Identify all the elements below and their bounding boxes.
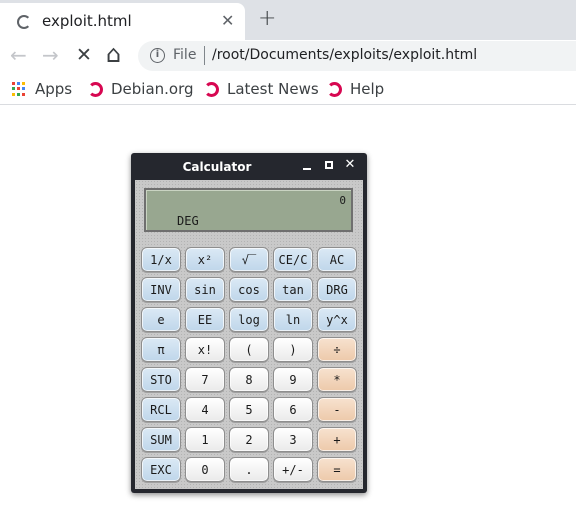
key-open-paren[interactable]: ( — [229, 337, 269, 362]
key-log[interactable]: log — [229, 307, 269, 332]
key-negate[interactable]: +/- — [273, 457, 313, 482]
key-equals[interactable]: = — [317, 457, 357, 482]
key-natural-log[interactable]: ln — [273, 307, 313, 332]
debian-swirl-icon — [204, 81, 219, 97]
key-all-clear[interactable]: AC — [317, 247, 357, 272]
key-digit-4[interactable]: 4 — [185, 397, 225, 422]
key-digit-3[interactable]: 3 — [273, 427, 313, 452]
key-inverse[interactable]: INV — [141, 277, 181, 302]
debian-swirl-icon — [327, 81, 342, 97]
bookmark-label: Debian.org — [111, 80, 194, 98]
key-digit-6[interactable]: 6 — [273, 397, 313, 422]
bookmark-help[interactable]: Help — [327, 78, 384, 100]
tab-title: exploit.html — [42, 12, 132, 30]
key-clear-entry[interactable]: CE/C — [273, 247, 313, 272]
toolbar: ← → ✕ ⌂ i File /root/Documents/exploits/… — [0, 40, 576, 74]
url-text[interactable]: /root/Documents/exploits/exploit.html — [212, 47, 477, 63]
forward-arrow-icon[interactable]: → — [42, 43, 59, 67]
debian-swirl-icon — [88, 81, 103, 97]
key-digit-7[interactable]: 7 — [185, 367, 225, 392]
key-multiply[interactable]: * — [317, 367, 357, 392]
tab-strip: exploit.html ✕ + — [0, 0, 576, 40]
key-close-paren[interactable]: ) — [273, 337, 313, 362]
key-exchange[interactable]: EXC — [141, 457, 181, 482]
url-separator — [204, 46, 205, 65]
bookmark-label: Apps — [35, 80, 73, 98]
stop-loading-icon[interactable]: ✕ — [76, 44, 92, 66]
key-digit-5[interactable]: 5 — [229, 397, 269, 422]
key-memory-sum[interactable]: SUM — [141, 427, 181, 452]
display-angle-mode: DEG — [177, 214, 199, 228]
calculator-title: Calculator — [182, 160, 252, 174]
key-digit-2[interactable]: 2 — [229, 427, 269, 452]
key-digit-0[interactable]: 0 — [185, 457, 225, 482]
key-angle-mode[interactable]: DRG — [317, 277, 357, 302]
key-add[interactable]: + — [317, 427, 357, 452]
loading-spinner-icon — [17, 15, 31, 29]
calculator-window: Calculator ✕ 0 DEG 1/x x² √‾ CE/C AC INV sin co… — [131, 153, 367, 493]
key-recall[interactable]: RCL — [141, 397, 181, 422]
calculator-display: 0 DEG — [144, 188, 353, 232]
info-icon[interactable]: i — [150, 48, 165, 63]
bookmarks-bar: Apps Debian.org Latest News Help — [0, 74, 576, 105]
key-store[interactable]: STO — [141, 367, 181, 392]
key-sine[interactable]: sin — [185, 277, 225, 302]
key-digit-9[interactable]: 9 — [273, 367, 313, 392]
key-square[interactable]: x² — [185, 247, 225, 272]
key-subtract[interactable]: - — [317, 397, 357, 422]
bookmark-latest-news[interactable]: Latest News — [204, 78, 319, 100]
home-icon[interactable]: ⌂ — [106, 40, 121, 68]
bookmark-apps[interactable]: Apps — [12, 78, 72, 100]
key-pi[interactable]: π — [141, 337, 181, 362]
new-tab-button[interactable]: + — [258, 6, 276, 31]
key-factorial[interactable]: x! — [185, 337, 225, 362]
tab-close-icon[interactable]: ✕ — [221, 11, 234, 30]
key-tangent[interactable]: tan — [273, 277, 313, 302]
bookmark-label: Latest News — [227, 80, 319, 98]
key-power[interactable]: y^x — [317, 307, 357, 332]
calculator-body: 0 DEG 1/x x² √‾ CE/C AC INV sin cos tan DRG e EE log… — [135, 180, 363, 489]
apps-grid-icon — [12, 81, 27, 97]
maximize-icon[interactable] — [322, 158, 336, 172]
key-euler[interactable]: e — [141, 307, 181, 332]
address-bar[interactable]: i File /root/Documents/exploits/exploit.… — [138, 41, 576, 71]
calculator-titlebar[interactable]: Calculator ✕ — [131, 153, 367, 180]
key-digit-8[interactable]: 8 — [229, 367, 269, 392]
tab-exploit[interactable]: exploit.html ✕ — [0, 3, 245, 40]
key-exponent[interactable]: EE — [185, 307, 225, 332]
key-decimal[interactable]: . — [229, 457, 269, 482]
minimize-icon[interactable] — [300, 158, 314, 172]
bookmark-debian[interactable]: Debian.org — [88, 78, 194, 100]
key-digit-1[interactable]: 1 — [185, 427, 225, 452]
close-icon[interactable]: ✕ — [343, 158, 357, 172]
key-cosine[interactable]: cos — [229, 277, 269, 302]
back-arrow-icon[interactable]: ← — [10, 43, 27, 67]
bookmark-label: Help — [350, 80, 385, 98]
key-square-root[interactable]: √‾ — [229, 247, 269, 272]
key-reciprocal[interactable]: 1/x — [141, 247, 181, 272]
key-divide[interactable]: ÷ — [317, 337, 357, 362]
display-value: 0 — [339, 194, 346, 207]
url-scheme: File — [173, 47, 197, 63]
